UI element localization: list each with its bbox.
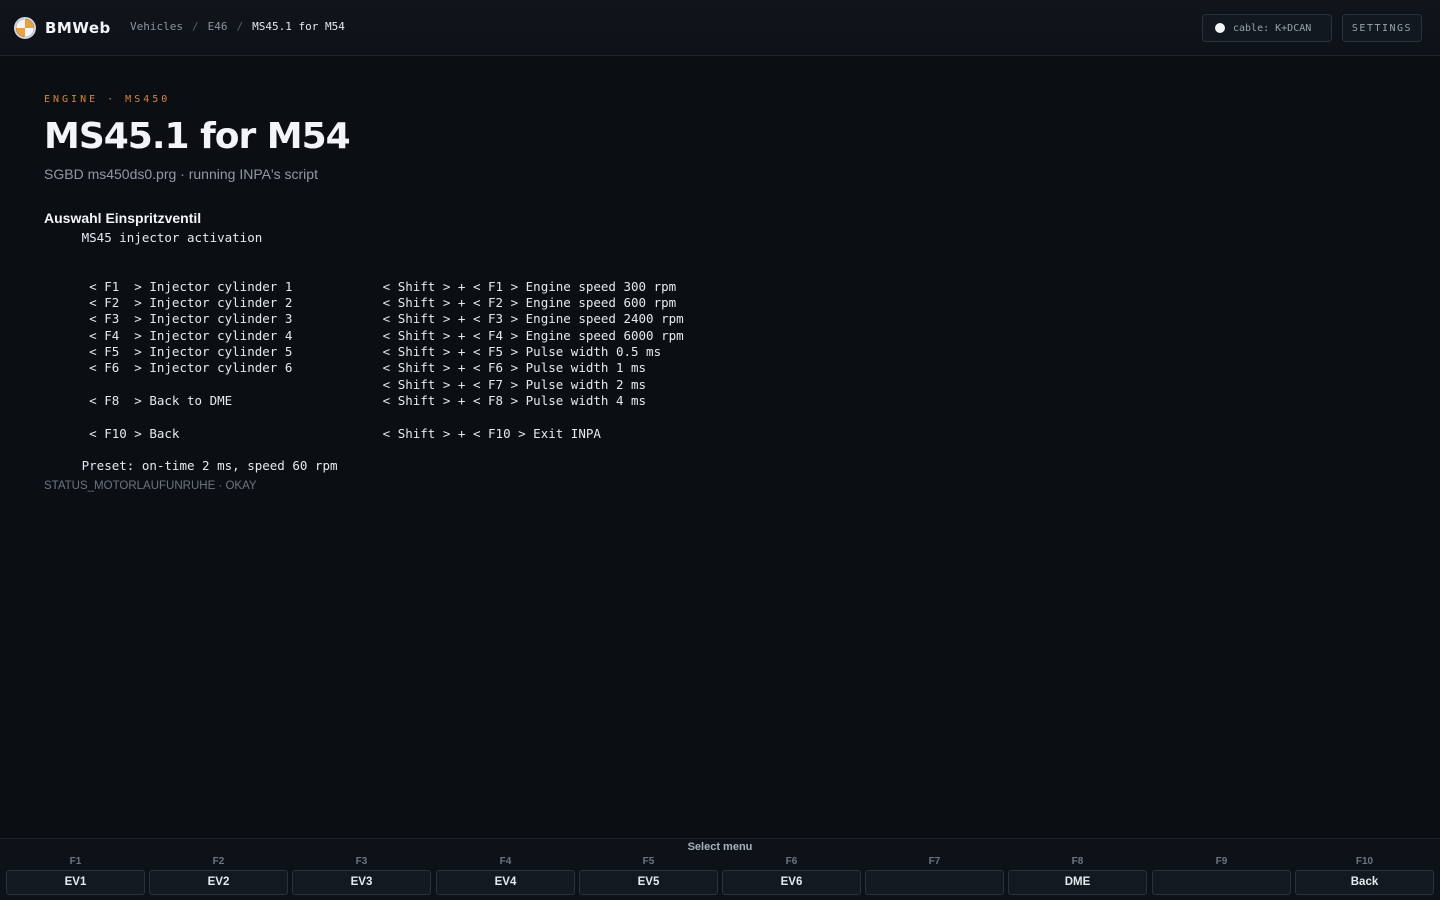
screen-line: MS45 injector activation	[44, 230, 263, 245]
main-content: ENGINE · MS450 MS45.1 for M54 SGBD ms450…	[44, 94, 1394, 492]
breadcrumb-e46[interactable]: E46	[208, 20, 228, 33]
fkey-f3: F3 EV3	[292, 855, 431, 897]
module-eyebrow: ENGINE · MS450	[44, 94, 171, 105]
top-bar: BMWeb Vehicles / E46 / MS45.1 for M54 ca…	[0, 0, 1440, 56]
inpa-screen-output: MS45 injector activation < F1 > Injector…	[44, 230, 1394, 474]
fkey-button-f5[interactable]: EV5	[579, 870, 718, 895]
screen-line: < F2 > Injector cylinder 2 < Shift > + <…	[44, 295, 677, 311]
fkey-name: F2	[212, 856, 225, 867]
page-title: MS45.1 for M54	[44, 116, 351, 157]
fkey-button-f8[interactable]: DME	[1008, 870, 1147, 895]
fkey-f2: F2 EV2	[149, 855, 288, 897]
fkey-f7: F7	[865, 855, 1004, 897]
screen-line: < F6 > Injector cylinder 6 < Shift > + <…	[44, 360, 647, 376]
screen-line	[44, 263, 1394, 279]
status-line: STATUS_MOTORLAUFUNRUHE · OKAY	[44, 480, 257, 493]
screen-line: < F8 > Back to DME < Shift > + < F8 > Pu…	[44, 392, 647, 408]
fkey-name: F9	[1215, 856, 1228, 867]
cable-label: cable: K+DCAN	[1233, 22, 1312, 34]
settings-button[interactable]: SETTINGS	[1342, 14, 1422, 42]
fkey-f5: F5 EV5	[579, 855, 718, 897]
breadcrumb-separator: /	[236, 20, 244, 33]
screen-line	[44, 442, 1394, 458]
fkey-name: F6	[785, 856, 798, 867]
screen-line	[44, 246, 1394, 262]
screen-line: < F3 > Injector cylinder 3 < Shift > + <…	[44, 311, 684, 327]
fkey-name: F4	[499, 856, 512, 867]
screen-line: < F1 > Injector cylinder 1 < Shift > + <…	[44, 278, 677, 294]
fkey-button-f10[interactable]: Back	[1295, 870, 1434, 895]
function-key-bar: Select menu F1 EV1 F2 EV2 F3 EV3 F4 EV4 …	[0, 838, 1440, 900]
brand-name: BMWeb	[45, 19, 111, 37]
page-subtitle: SGBD ms450ds0.prg · running INPA's scrip…	[44, 166, 318, 182]
fkey-f4: F4 EV4	[436, 855, 575, 897]
fkey-f6: F6 EV6	[722, 855, 861, 897]
breadcrumb: Vehicles / E46 / MS45.1 for M54	[130, 20, 345, 33]
fkey-button-f1[interactable]: EV1	[6, 870, 145, 895]
fkey-name: F8	[1071, 856, 1084, 867]
bmw-logo-icon	[14, 17, 36, 39]
fkey-button-f4[interactable]: EV4	[436, 870, 575, 895]
breadcrumb-vehicles[interactable]: Vehicles	[130, 20, 183, 33]
fkey-button-f6[interactable]: EV6	[722, 870, 861, 895]
fkey-button-f3[interactable]: EV3	[292, 870, 431, 895]
breadcrumb-separator: /	[191, 20, 199, 33]
screen-line: < F5 > Injector cylinder 5 < Shift > + <…	[44, 344, 662, 360]
section-title: Auswahl Einspritzventil	[44, 210, 202, 226]
fkey-button-f9[interactable]	[1152, 870, 1291, 895]
fkey-button-f7[interactable]	[865, 870, 1004, 895]
fkey-name: F10	[1355, 856, 1374, 867]
fkey-button-f2[interactable]: EV2	[149, 870, 288, 895]
status-dot-icon	[1215, 23, 1225, 33]
fkey-f1: F1 EV1	[6, 855, 145, 897]
breadcrumb-current: MS45.1 for M54	[252, 20, 345, 33]
fkey-name: F5	[642, 856, 655, 867]
cable-status[interactable]: cable: K+DCAN	[1202, 14, 1332, 42]
screen-line: < F4 > Injector cylinder 4 < Shift > + <…	[44, 327, 684, 343]
screen-line: < Shift > + < F7 > Pulse width 2 ms	[44, 376, 647, 392]
fkey-f8: F8 DME	[1008, 855, 1147, 897]
function-bar-title: Select menu	[687, 841, 753, 853]
screen-line: Preset: on-time 2 ms, speed 60 rpm	[44, 458, 338, 474]
brand[interactable]: BMWeb	[14, 16, 111, 40]
screen-line	[44, 409, 1394, 425]
fkey-name: F7	[928, 856, 941, 867]
screen-line: < F10 > Back < Shift > + < F10 > Exit IN…	[44, 425, 601, 441]
fkey-name: F1	[69, 856, 82, 867]
fkey-f9: F9	[1152, 855, 1291, 897]
fkey-name: F3	[355, 856, 368, 867]
fkey-f10: F10 Back	[1295, 855, 1434, 897]
